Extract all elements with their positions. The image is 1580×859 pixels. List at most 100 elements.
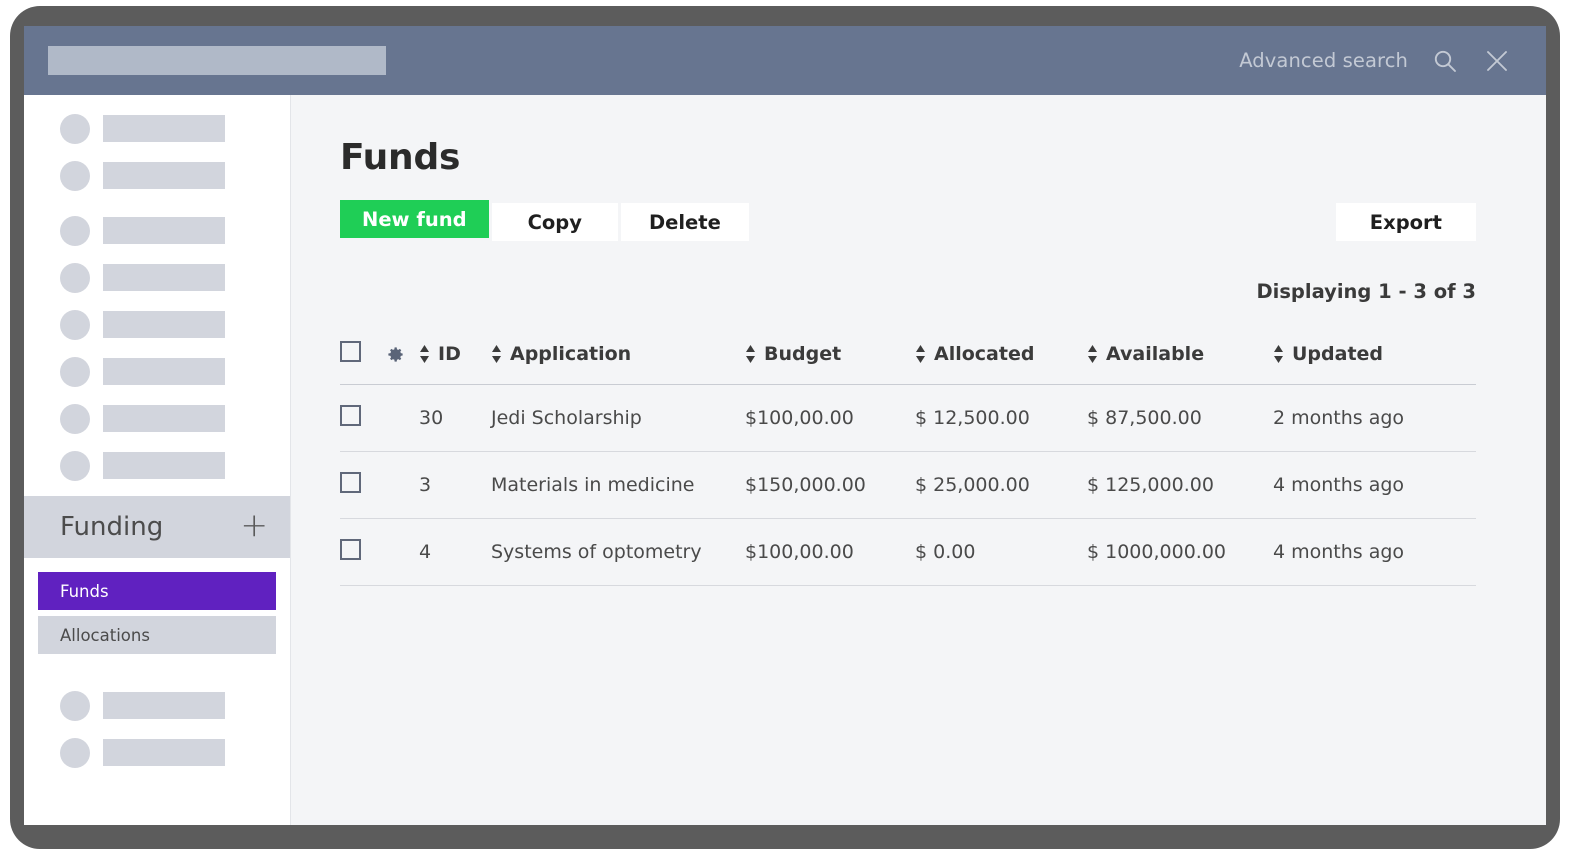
sort-arrows-icon[interactable]: [491, 345, 502, 363]
column-header-allocated[interactable]: Allocated: [915, 341, 1087, 385]
sidebar-nav: Funds Allocations: [24, 558, 290, 654]
skeleton-avatar: [60, 356, 90, 387]
export-button[interactable]: Export: [1335, 203, 1476, 241]
sidebar-skeleton-item: [24, 395, 290, 442]
add-funding-icon[interactable]: +: [240, 508, 268, 546]
sidebar-item-label: Allocations: [60, 625, 150, 645]
skeleton-avatar: [60, 215, 90, 246]
sidebar-skeleton-item: [24, 442, 290, 489]
skeleton-label: [103, 452, 225, 479]
sort-arrows-icon[interactable]: [419, 345, 430, 363]
sidebar-item-allocations[interactable]: Allocations: [38, 616, 276, 654]
sidebar-skeleton-item: [24, 254, 290, 301]
sort-arrows-icon[interactable]: [1273, 345, 1284, 363]
sidebar-skeleton-bottom: [24, 682, 290, 776]
skeleton-avatar: [60, 737, 90, 768]
row-select-cell: [340, 518, 386, 586]
row-checkbox[interactable]: [340, 405, 361, 426]
close-icon[interactable]: [1482, 46, 1512, 76]
table-head: ID Application Budget Allocated Availabl…: [340, 341, 1476, 385]
row-select-cell: [340, 384, 386, 452]
skeleton-avatar: [60, 450, 90, 481]
cell-application: Jedi Scholarship: [491, 384, 745, 452]
column-settings-header: [386, 341, 419, 385]
results-count: Displaying 1 - 3 of 3: [1256, 280, 1476, 303]
table-row[interactable]: 3 Materials in medicine $150,000.00 $ 25…: [340, 451, 1476, 519]
cell-allocated: $ 12,500.00: [915, 384, 1087, 452]
table-row[interactable]: 4 Systems of optometry $100,00.00 $ 0.00…: [340, 518, 1476, 586]
row-gear-cell: [386, 451, 419, 519]
copy-button[interactable]: Copy: [491, 203, 618, 241]
sidebar-item-funds[interactable]: Funds: [38, 572, 276, 610]
skeleton-avatar: [60, 690, 90, 721]
row-checkbox[interactable]: [340, 472, 361, 493]
row-select-cell: [340, 451, 386, 519]
sort-arrows-icon[interactable]: [1087, 345, 1098, 363]
column-header-budget[interactable]: Budget: [745, 341, 915, 385]
sidebar-skeleton-item: [24, 105, 290, 152]
cell-application: Materials in medicine: [491, 451, 745, 519]
skeleton-label: [103, 692, 225, 719]
table-body: 30 Jedi Scholarship $100,00.00 $ 12,500.…: [340, 384, 1476, 586]
main-content: Funds New fund Copy Delete Export Displa…: [291, 95, 1546, 825]
column-header-application[interactable]: Application: [491, 341, 745, 385]
sidebar-item-label: Funds: [60, 581, 109, 601]
sidebar-skeleton-item: [24, 729, 290, 776]
skeleton-label: [103, 358, 225, 385]
top-bar-actions: Advanced search: [1239, 46, 1512, 76]
row-gear-cell: [386, 518, 419, 586]
skeleton-label: [103, 162, 225, 189]
column-header-updated[interactable]: Updated: [1273, 341, 1476, 385]
action-toolbar: New fund Copy Delete Export: [340, 200, 1476, 242]
top-bar: Advanced search: [24, 26, 1546, 95]
sidebar-skeleton-item: [24, 348, 290, 395]
column-label: Updated: [1292, 343, 1384, 365]
skeleton-label: [103, 739, 225, 766]
row-checkbox[interactable]: [340, 539, 361, 560]
cell-budget: $100,00.00: [745, 384, 915, 452]
advanced-search-link[interactable]: Advanced search: [1239, 49, 1408, 72]
cell-allocated: $ 0.00: [915, 518, 1087, 586]
sort-arrows-icon[interactable]: [745, 345, 756, 363]
column-header-id[interactable]: ID: [419, 341, 491, 385]
column-label: Allocated: [934, 343, 1035, 365]
select-all-checkbox[interactable]: [340, 341, 361, 362]
gear-icon[interactable]: [386, 345, 419, 364]
skeleton-avatar: [60, 262, 90, 293]
delete-button[interactable]: Delete: [620, 203, 749, 241]
cell-available: $ 1000,000.00: [1087, 518, 1273, 586]
app-window: Advanced search Funding + Funds Allocati…: [24, 26, 1546, 825]
cell-id: 30: [419, 384, 491, 452]
sidebar-skeleton-top: [24, 95, 290, 489]
cell-id: 3: [419, 451, 491, 519]
sort-arrows-icon[interactable]: [915, 345, 926, 363]
skeleton-avatar: [60, 160, 90, 191]
cell-updated: 2 months ago: [1273, 384, 1476, 452]
cell-application: Systems of optometry: [491, 518, 745, 586]
page-title: Funds: [340, 137, 461, 178]
skeleton-label: [103, 115, 225, 142]
row-gear-cell: [386, 384, 419, 452]
new-fund-button[interactable]: New fund: [340, 200, 489, 238]
column-label: Budget: [764, 343, 842, 365]
sidebar-skeleton-item: [24, 207, 290, 254]
search-icon[interactable]: [1430, 46, 1460, 76]
sidebar-skeleton-item: [24, 682, 290, 729]
cell-available: $ 87,500.00: [1087, 384, 1273, 452]
skeleton-label: [103, 264, 225, 291]
column-header-available[interactable]: Available: [1087, 341, 1273, 385]
skeleton-avatar: [60, 113, 90, 144]
sidebar-section-title: Funding: [60, 512, 164, 542]
cell-budget: $150,000.00: [745, 451, 915, 519]
funds-table-wrapper: ID Application Budget Allocated Availabl…: [340, 341, 1476, 586]
column-label: Available: [1106, 343, 1205, 365]
table-header-row: ID Application Budget Allocated Availabl…: [340, 341, 1476, 385]
cell-budget: $100,00.00: [745, 518, 915, 586]
search-input[interactable]: [48, 46, 386, 75]
cell-id: 4: [419, 518, 491, 586]
table-row[interactable]: 30 Jedi Scholarship $100,00.00 $ 12,500.…: [340, 384, 1476, 452]
sidebar-skeleton-item: [24, 301, 290, 348]
sidebar-section-funding: Funding +: [24, 496, 290, 558]
column-label: ID: [438, 343, 461, 365]
skeleton-avatar: [60, 309, 90, 340]
